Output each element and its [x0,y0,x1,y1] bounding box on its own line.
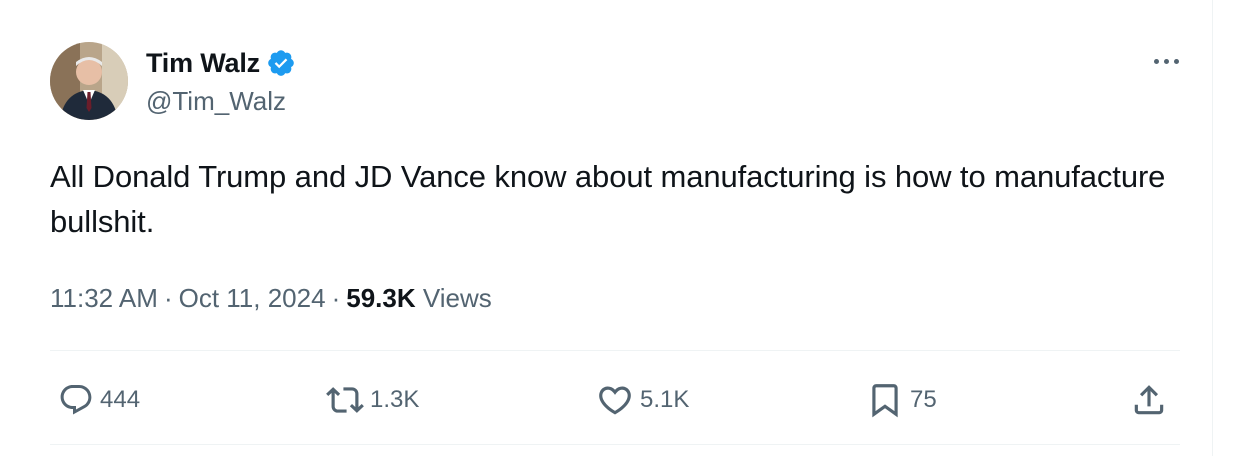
column-border [1212,0,1213,456]
display-name[interactable]: Tim Walz [146,48,260,79]
like-button[interactable]: 5.1K [596,378,689,422]
tweet-meta: 11:32 AM · Oct 11, 2024 · 59.3K Views [50,283,492,314]
repost-icon [326,387,364,413]
author-names: Tim Walz @Tim_Walz [146,46,296,117]
share-icon [1134,385,1164,415]
meta-separator: · [331,283,341,313]
bookmark-icon [872,384,898,418]
bookmark-button[interactable]: 75 [866,378,937,422]
verified-badge-icon[interactable] [266,48,296,78]
tweet-header: Tim Walz @Tim_Walz [50,40,1180,124]
author-handle[interactable]: @Tim_Walz [146,86,296,117]
avatar[interactable] [50,42,128,120]
divider [50,350,1180,351]
views-label: Views [422,283,492,313]
name-row: Tim Walz [146,46,296,80]
more-dot [1163,58,1169,64]
tweet-time[interactable]: 11:32 AM [50,283,158,313]
more-dot [1153,58,1159,64]
meta-separator: · [163,283,173,313]
more-dot [1173,58,1179,64]
repost-count: 1.3K [370,386,420,413]
reply-icon [60,385,92,415]
like-count: 5.1K [640,386,690,413]
heart-icon [599,386,631,415]
action-bar: 444 1.3K 5.1K 75 [50,378,1180,422]
tweet-date[interactable]: Oct 11, 2024 [179,283,326,313]
divider [50,444,1180,445]
reply-button[interactable]: 444 [58,378,140,422]
repost-button[interactable]: 1.3K [326,378,419,422]
views-count: 59.3K [346,283,416,313]
more-icon[interactable] [1146,54,1186,68]
reply-count: 444 [100,386,141,413]
bookmark-count: 75 [910,386,937,413]
tweet[interactable]: Tim Walz @Tim_Walz All Donald Trump and … [50,40,1180,456]
tweet-page: Tim Walz @Tim_Walz All Donald Trump and … [0,0,1234,456]
tweet-text: All Donald Trump and JD Vance know about… [50,159,1166,239]
share-button[interactable] [1130,378,1168,422]
